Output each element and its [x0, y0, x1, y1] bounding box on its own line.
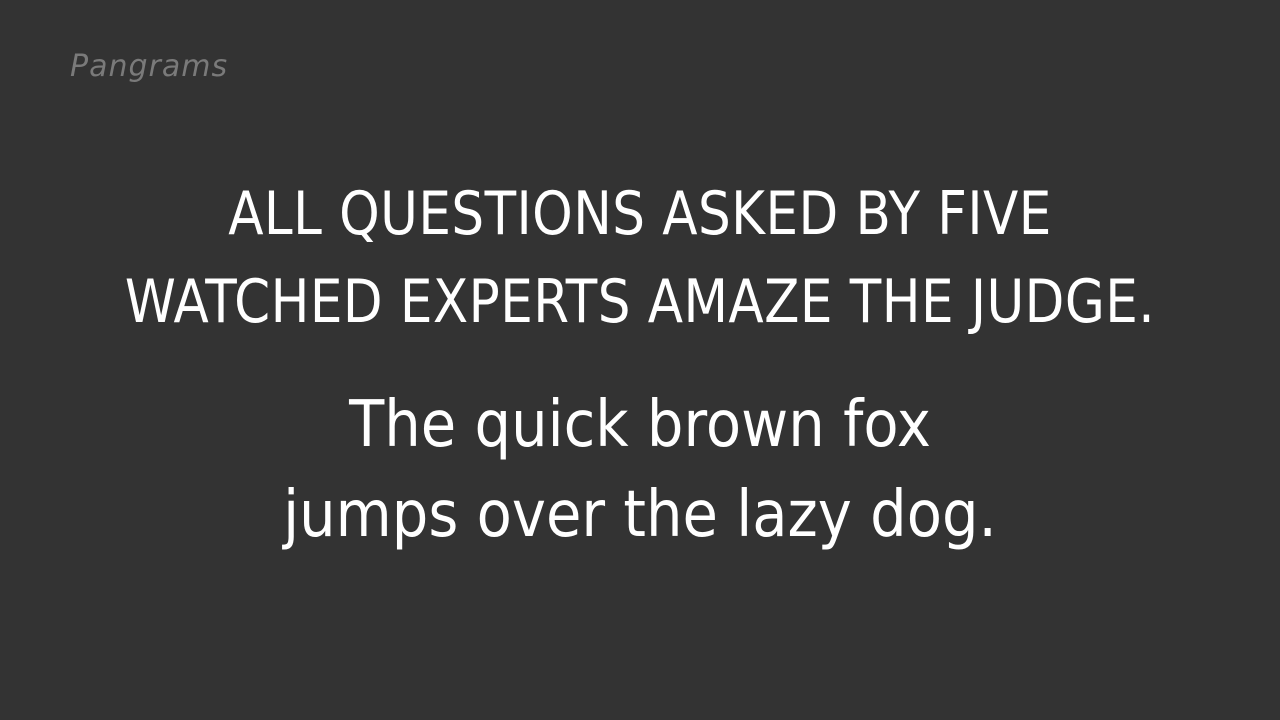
pangram-uppercase: ALL QUESTIONS ASKED BY FIVE WATCHED EXPE…	[90, 170, 1191, 346]
page-label: Pangrams	[70, 49, 229, 84]
pangram-line: jumps over the lazy dog.	[283, 478, 997, 552]
pangram-line: WATCHED EXPERTS AMAZE THE JUDGE.	[124, 267, 1156, 337]
pangram-line: The quick brown fox	[349, 388, 931, 462]
pangram-line: ALL QUESTIONS ASKED BY FIVE	[228, 179, 1052, 249]
pangram-lowercase: The quick brown fox jumps over the lazy …	[64, 380, 1216, 560]
